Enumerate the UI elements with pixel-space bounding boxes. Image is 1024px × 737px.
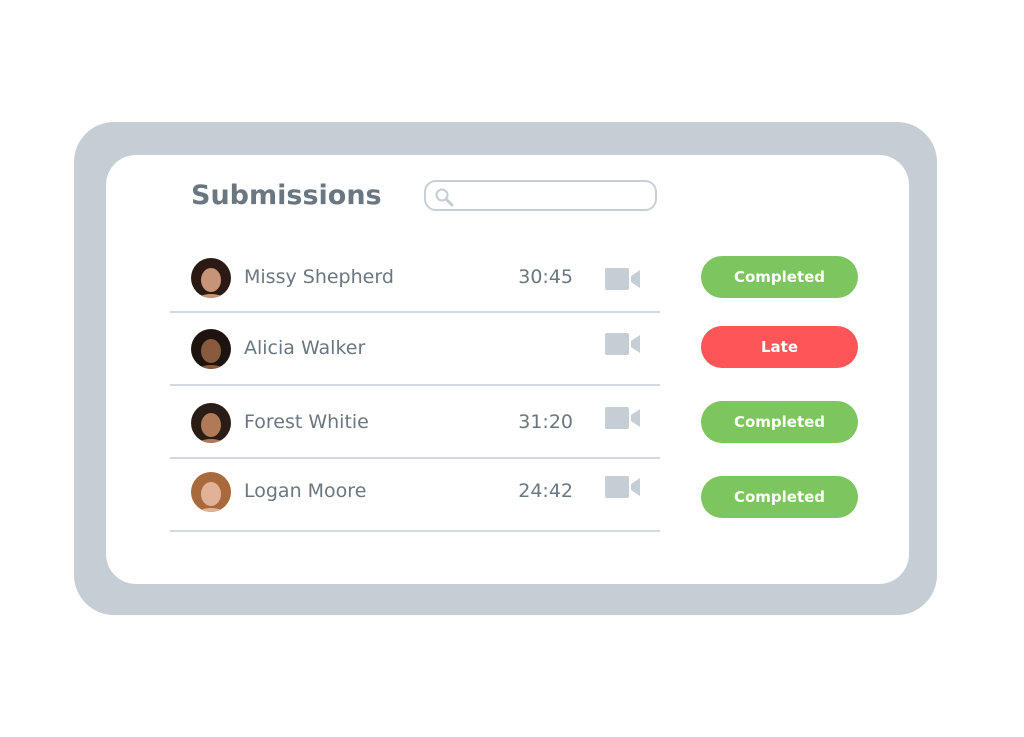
table-row[interactable]: Alicia Walker — [170, 313, 660, 385]
status-badge[interactable]: Completed — [701, 256, 858, 298]
video-camera-icon[interactable] — [605, 268, 641, 290]
student-name: Forest Whitie — [244, 411, 369, 433]
search-icon — [435, 188, 454, 207]
avatar — [191, 403, 231, 443]
status-badge[interactable]: Completed — [701, 476, 858, 518]
table-row[interactable]: Forest Whitie 31:20 — [170, 387, 660, 459]
video-camera-icon[interactable] — [605, 333, 641, 355]
student-name: Logan Moore — [244, 480, 367, 502]
avatar — [191, 472, 231, 512]
row-divider — [170, 384, 660, 386]
table-row[interactable]: Missy Shepherd 30:45 — [170, 242, 660, 314]
page-title: Submissions — [191, 180, 382, 211]
student-name: Missy Shepherd — [244, 266, 394, 288]
video-camera-icon[interactable] — [605, 476, 641, 498]
table-row[interactable]: Logan Moore 24:42 — [170, 456, 660, 528]
status-badge[interactable]: Late — [701, 326, 858, 368]
video-camera-icon[interactable] — [605, 407, 641, 429]
duration: 31:20 — [518, 411, 573, 433]
status-badge[interactable]: Completed — [701, 401, 858, 443]
avatar — [191, 258, 231, 298]
duration: 24:42 — [518, 480, 573, 502]
student-name: Alicia Walker — [244, 337, 366, 359]
avatar — [191, 329, 231, 369]
search-input[interactable] — [424, 180, 657, 211]
row-divider — [170, 530, 660, 532]
duration: 30:45 — [518, 266, 573, 288]
